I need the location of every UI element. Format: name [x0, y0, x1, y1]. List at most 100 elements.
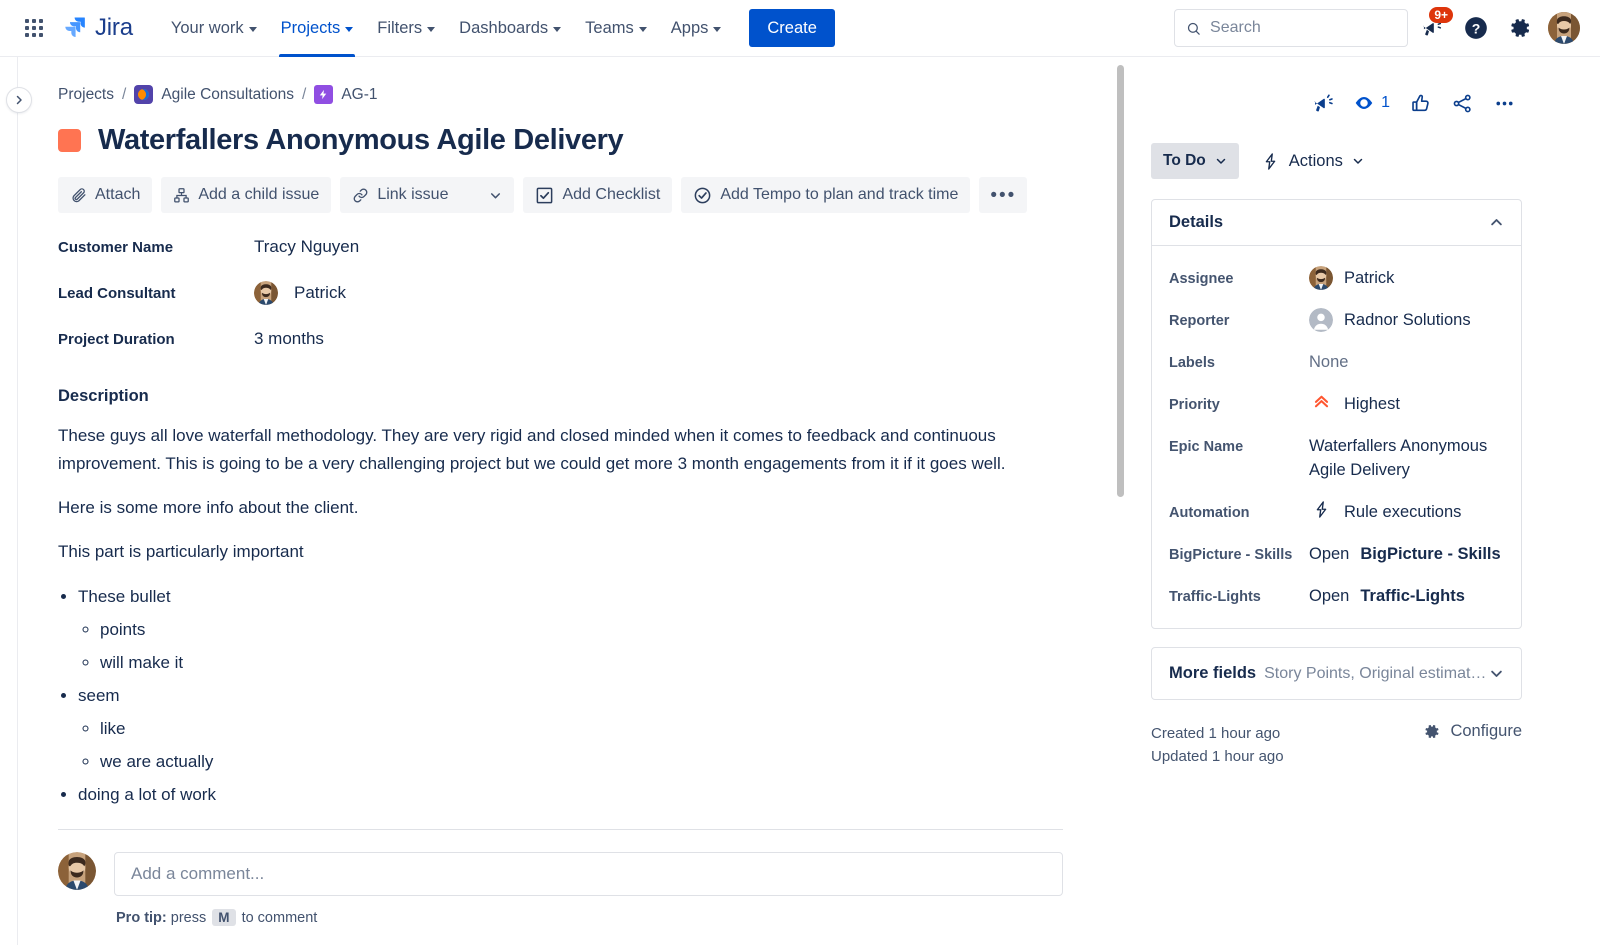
more-fields-section[interactable]: More fields Story Points, Original estim… [1151, 647, 1522, 700]
list-item-text: These bullet [78, 587, 171, 606]
help-icon[interactable]: ? [1456, 8, 1496, 48]
actions-button[interactable]: Actions [1251, 143, 1374, 179]
list-item: we are actually [100, 745, 1063, 778]
paperclip-icon [72, 187, 86, 202]
app-switcher-icon[interactable] [18, 12, 50, 44]
protip-prefix: Pro tip: [116, 910, 167, 926]
create-button[interactable]: Create [749, 9, 835, 47]
detail-value-link[interactable]: Open BigPicture - Skills [1309, 542, 1504, 566]
detail-value[interactable]: Waterfallers Anonymous Agile Delivery [1309, 434, 1504, 482]
profile-avatar[interactable] [1544, 8, 1584, 48]
field-value[interactable]: 3 months [254, 329, 324, 349]
chevron-down-icon [553, 26, 562, 32]
detail-label: Labels [1169, 355, 1215, 371]
more-actions-button[interactable]: ••• [979, 177, 1028, 213]
double-chevron-up-glyph [1314, 395, 1328, 408]
field-value-wrapper[interactable]: Patrick [254, 281, 346, 305]
brand-name: Jira [95, 14, 133, 41]
notifications-icon[interactable]: 9+ [1412, 7, 1453, 48]
field-value: Patrick [294, 283, 346, 302]
settings-icon[interactable] [1500, 8, 1540, 48]
add-child-issue-label: Add a child issue [198, 186, 320, 203]
page-title[interactable]: Waterfallers Anonymous Agile Delivery [98, 124, 624, 157]
status-badge[interactable]: To Do [1151, 143, 1239, 179]
more-options-icon[interactable] [1486, 85, 1522, 121]
add-checklist-button[interactable]: Add Checklist [523, 177, 673, 213]
eye-glyph [1355, 97, 1373, 109]
detail-value[interactable]: None [1309, 350, 1504, 374]
gear-icon [1425, 725, 1439, 738]
nav-label: Projects [280, 18, 341, 37]
field-row-customer-name: Customer Name Tracy Nguyen [58, 237, 1063, 257]
check-circle-icon [694, 187, 711, 203]
comment-input[interactable]: Add a comment... [114, 852, 1063, 896]
add-tempo-button[interactable]: Add Tempo to plan and track time [681, 177, 971, 213]
reporter-generic-avatar [1309, 308, 1333, 332]
breadcrumb-projects[interactable]: Projects [58, 86, 114, 104]
nav-right-cluster: 9+ ? [1174, 7, 1584, 48]
detail-value-wrapper[interactable]: Patrick [1309, 266, 1504, 290]
watch-eye-icon[interactable]: 1 [1347, 85, 1396, 121]
list-item-text: seem [78, 686, 120, 705]
scrollbar-thumb[interactable] [1117, 65, 1124, 497]
nav-item-teams[interactable]: Teams [573, 0, 659, 57]
detail-row-bigpicture-skills: BigPicture - Skills Open BigPicture - Sk… [1169, 542, 1504, 566]
description-body[interactable]: These guys all love waterfall methodolog… [58, 422, 1063, 811]
nav-item-dashboards[interactable]: Dashboards [447, 0, 573, 57]
detail-value-wrapper[interactable]: Highest [1309, 392, 1504, 416]
details-heading: Details [1169, 213, 1224, 231]
comment-divider [58, 829, 1063, 830]
notifications-badge: 9+ [1429, 7, 1453, 23]
share-icon[interactable] [1444, 85, 1480, 121]
search-box[interactable] [1174, 9, 1408, 47]
protip-mid: press [170, 910, 207, 926]
nav-item-apps[interactable]: Apps [659, 0, 734, 57]
detail-value-link[interactable]: Open Traffic-Lights [1309, 584, 1504, 608]
link-issue-split-button: Link issue [340, 177, 515, 213]
svg-text:?: ? [1472, 20, 1481, 36]
main-scrollbar[interactable] [1113, 57, 1127, 945]
details-panel-header[interactable]: Details [1152, 200, 1521, 246]
assignee-avatar [1309, 266, 1333, 290]
link-issue-button[interactable]: Link issue [340, 177, 460, 213]
like-thumbsup-icon[interactable] [1402, 85, 1438, 121]
list-item: like [100, 712, 1063, 745]
priority-highest-icon [1309, 392, 1333, 411]
nav-label: Apps [670, 18, 709, 37]
megaphone-glyph [1314, 93, 1333, 111]
nav-item-your-work[interactable]: Your work [159, 0, 269, 57]
search-input[interactable] [1210, 19, 1396, 37]
breadcrumb-issue-key[interactable]: AG-1 [341, 86, 377, 104]
details-panel-body: Assignee Patrick Reporter Radnor Solutio… [1152, 246, 1521, 628]
nav-label: Your work [170, 18, 244, 37]
add-child-issue-button[interactable]: Add a child issue [161, 177, 332, 213]
configure-button[interactable]: Configure [1422, 722, 1522, 741]
field-value[interactable]: Tracy Nguyen [254, 237, 359, 257]
detail-value-wrapper[interactable]: Rule executions [1309, 500, 1504, 524]
protip-suffix: to comment [241, 910, 318, 926]
breadcrumb-project[interactable]: Agile Consultations [161, 86, 294, 104]
left-sidebar-rail [0, 57, 32, 945]
attach-button[interactable]: Attach [58, 177, 153, 213]
chevron-down-icon [1353, 158, 1363, 164]
content-region: Projects / Agile Consultations / AG-1 Wa… [18, 57, 1600, 945]
list-item: doing a lot of work [78, 778, 1063, 811]
link-issue-dropdown-toggle[interactable] [477, 177, 514, 213]
detail-value-wrapper[interactable]: Radnor Solutions [1309, 308, 1504, 332]
breadcrumb: Projects / Agile Consultations / AG-1 [58, 85, 1063, 104]
field-label: Customer Name [58, 238, 174, 256]
add-checklist-label: Add Checklist [562, 186, 661, 203]
feedback-megaphone-icon[interactable] [1305, 85, 1341, 121]
detail-label: Epic Name [1169, 439, 1244, 455]
jira-logo-icon [65, 17, 85, 37]
jira-home-link[interactable]: Jira [62, 14, 133, 42]
nav-item-filters[interactable]: Filters [365, 0, 447, 57]
description-heading: Description [58, 387, 149, 405]
watch-count: 1 [1381, 94, 1390, 111]
nav-item-projects[interactable]: Projects [269, 0, 366, 57]
expand-sidebar-button[interactable] [6, 87, 32, 113]
detail-label: Assignee [1169, 271, 1234, 287]
detail-value: Rule executions [1344, 503, 1462, 521]
issue-action-toolbar: Attach Add a child issue Link issue Add … [58, 177, 1063, 213]
timestamps: Created 1 hour ago Updated 1 hour ago [1151, 722, 1284, 768]
